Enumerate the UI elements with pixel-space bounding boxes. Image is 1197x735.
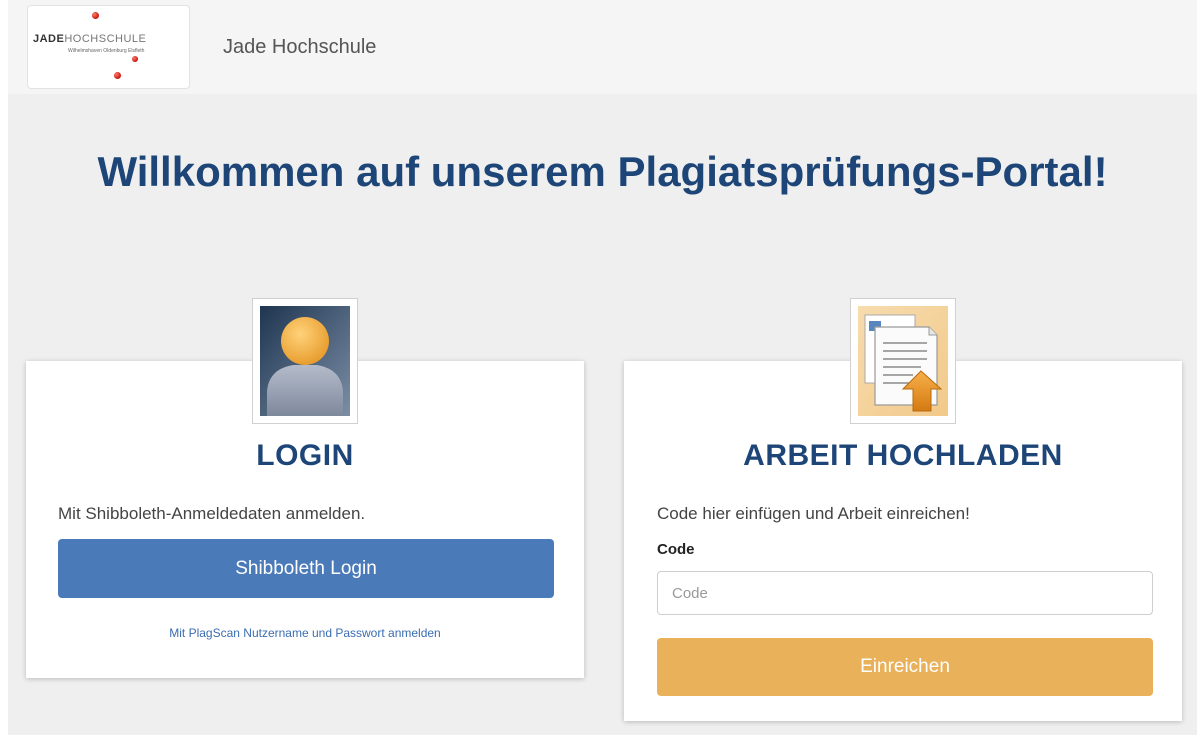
- university-logo[interactable]: JADEHOCHSCHULE Wilhelmshaven Oldenburg E…: [27, 5, 190, 89]
- user-avatar-graphic: [260, 306, 350, 416]
- logo-wordmark: JADEHOCHSCHULE: [33, 33, 147, 45]
- document-upload-graphic: [858, 306, 948, 416]
- code-field-label: Code: [657, 541, 695, 558]
- document-upload-icon: [850, 298, 956, 424]
- logo-dot-bottom: [114, 72, 121, 79]
- submit-button[interactable]: Einreichen: [657, 638, 1153, 696]
- login-card-title: LOGIN: [256, 439, 354, 472]
- brand-name[interactable]: Jade Hochschule: [223, 36, 376, 59]
- logo-dot-mid: [132, 56, 138, 62]
- upload-card-title: ARBEIT HOCHLADEN: [743, 439, 1063, 472]
- upload-card-description: Code hier einfügen und Arbeit einreichen…: [657, 504, 970, 523]
- navbar: JADEHOCHSCHULE Wilhelmshaven Oldenburg E…: [8, 0, 1197, 94]
- shibboleth-login-button[interactable]: Shibboleth Login: [58, 539, 554, 598]
- login-card-description: Mit Shibboleth-Anmeldedaten anmelden.: [58, 504, 366, 523]
- page-title: Willkommen auf unserem Plagiatsprüfungs-…: [97, 148, 1108, 195]
- logo-dot-top: [92, 12, 99, 19]
- code-input[interactable]: [657, 571, 1153, 615]
- user-avatar-icon: [252, 298, 358, 424]
- page-background: JADEHOCHSCHULE Wilhelmshaven Oldenburg E…: [8, 0, 1197, 735]
- logo-subline: Wilhelmshaven Oldenburg Elsfleth: [68, 48, 145, 54]
- plagscan-login-link[interactable]: Mit PlagScan Nutzername und Passwort anm…: [26, 626, 584, 640]
